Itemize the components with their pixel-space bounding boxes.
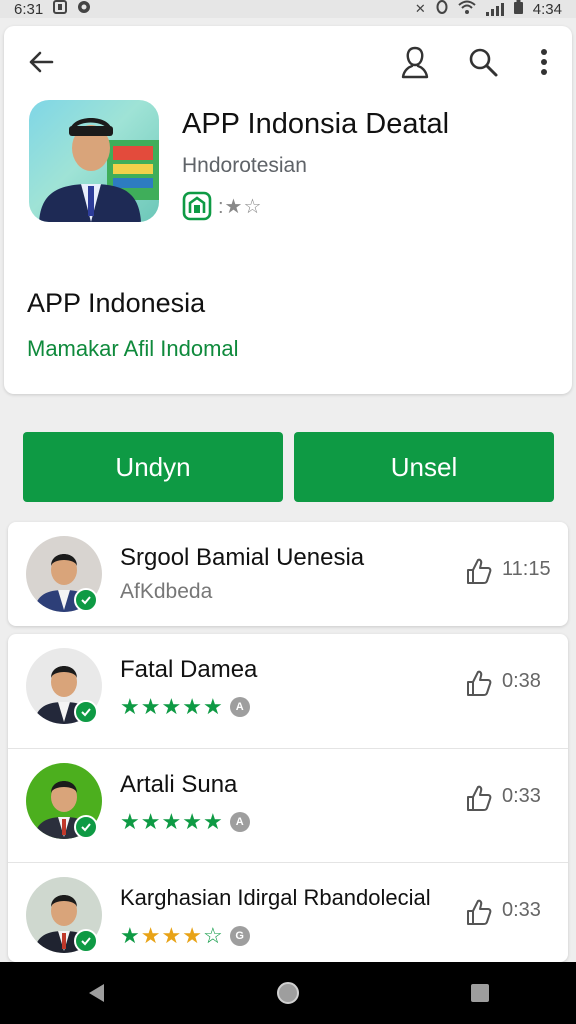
star-icon: ★ [120, 923, 140, 948]
like-button[interactable] [464, 668, 494, 698]
list-item-subtitle: AfKdbeda [120, 580, 213, 603]
thumb-up-icon [467, 558, 492, 584]
app-icon-portrait [39, 118, 159, 222]
battery-icon [513, 0, 523, 18]
like-button[interactable] [464, 783, 494, 813]
rating-badge-icon: G [229, 926, 250, 946]
nav-recents-icon [471, 984, 489, 1002]
featured-list-card[interactable]: Srgool Bamial Uenesia AfKdbeda 11:15 [8, 522, 568, 626]
app-icon [29, 100, 159, 222]
star-icon: ★ [161, 694, 182, 719]
star-icon: ★ [202, 694, 223, 719]
store-badge-icon [182, 191, 212, 221]
nav-recents-button[interactable] [460, 973, 500, 1013]
list-item-time: 0:33 [502, 899, 541, 921]
verified-badge-icon [74, 929, 98, 953]
thumb-up-icon [467, 785, 492, 811]
verified-badge-icon [74, 700, 98, 724]
alarm-icon [436, 0, 448, 18]
more-vert-icon [541, 49, 547, 75]
list-item-title: Karghasian Idirgal Rbandolecial [120, 885, 431, 910]
list-item-time: 0:33 [502, 785, 541, 807]
star-rating: ★ ★ ★ ★ ☆ G [120, 925, 250, 947]
app-header-card: APP Indonsia Deatal Hndorotesian :★☆ APP… [4, 26, 572, 394]
status-time-left: 6:31 [14, 0, 44, 18]
star-icon: ★ [161, 809, 182, 834]
app-developer: Hndorotesian [182, 154, 307, 177]
status-time-right: 4:34 [532, 0, 562, 18]
nav-back-button[interactable] [76, 973, 116, 1013]
account-icon [401, 46, 429, 79]
list-item-title: Srgool Bamial Uenesia [120, 544, 365, 571]
like-button[interactable] [464, 556, 494, 586]
list-item[interactable]: Fatal Damea ★ ★ ★ ★ ★ A 0:38 [8, 634, 568, 748]
list-item[interactable]: Srgool Bamial Uenesia AfKdbeda 11:15 [8, 522, 568, 626]
rating-badge-icon: A [229, 697, 250, 717]
thumb-up-icon [467, 899, 492, 925]
verified-badge-icon [74, 815, 98, 839]
app-notification-icon [77, 0, 91, 18]
list-item-title: Fatal Damea [120, 656, 258, 683]
search-button[interactable] [463, 42, 503, 82]
star-icon: ★ [202, 809, 223, 834]
signal-icon [485, 2, 504, 16]
verified-badge-icon [74, 588, 98, 612]
star-icon: ★ [120, 694, 140, 719]
star-rating: ★ ★ ★ ★ ★ A [120, 811, 250, 833]
star-empty-icon: ☆ [202, 923, 223, 948]
star-icon: ★ [182, 694, 202, 719]
search-icon [469, 48, 498, 77]
system-nav-bar [0, 962, 576, 1024]
more-options-button[interactable] [524, 42, 564, 82]
list-item[interactable]: Artali Suna ★ ★ ★ ★ ★ A 0:33 [8, 748, 568, 862]
app-title: APP Indonsia Deatal [182, 108, 450, 140]
section-subtitle[interactable]: Mamakar Afil Indomal [27, 336, 239, 362]
nav-home-icon [277, 982, 299, 1004]
reviews-list-card: Fatal Damea ★★★★★ A 0:38 Artali Suna [8, 634, 568, 962]
star-rating: ★ ★ ★ ★ ★ A [120, 696, 250, 718]
rating-badge-icon: A [229, 812, 250, 832]
star-icon: ★ [140, 923, 161, 948]
nav-home-button[interactable] [268, 973, 308, 1013]
star-icon: ★ [161, 923, 182, 948]
star-icon: ★ [182, 923, 202, 948]
list-item[interactable]: Karghasian Idirgal Rbandolecial ★ ★ ★ ★ ☆ G … [8, 862, 568, 962]
secondary-action-button[interactable]: Unsel [294, 432, 554, 502]
list-item-title: Artali Suna [120, 771, 238, 798]
list-item-time: 11:15 [502, 558, 551, 580]
back-button[interactable] [21, 42, 61, 82]
app-rating: :★☆ [182, 191, 262, 221]
star-icon: ★ [182, 809, 202, 834]
like-button[interactable] [464, 897, 494, 927]
app-rating-text: :★☆ [218, 195, 263, 218]
star-icon: ★ [140, 694, 161, 719]
list-item-time: 0:38 [502, 670, 541, 692]
thumb-up-icon [467, 670, 492, 696]
arrow-left-icon [29, 51, 54, 73]
section-title: APP Indonesia [27, 288, 206, 318]
mute-icon: ✕ [414, 1, 426, 16]
notification-icon [53, 0, 68, 18]
nav-back-icon [89, 984, 104, 1002]
wifi-icon [458, 0, 476, 18]
account-button[interactable] [395, 42, 435, 82]
star-icon: ★ [140, 809, 161, 834]
primary-action-button[interactable]: Undyn [23, 432, 283, 502]
status-bar: 6:31 ✕ 4:34 [0, 0, 576, 18]
star-icon: ★ [120, 809, 140, 834]
